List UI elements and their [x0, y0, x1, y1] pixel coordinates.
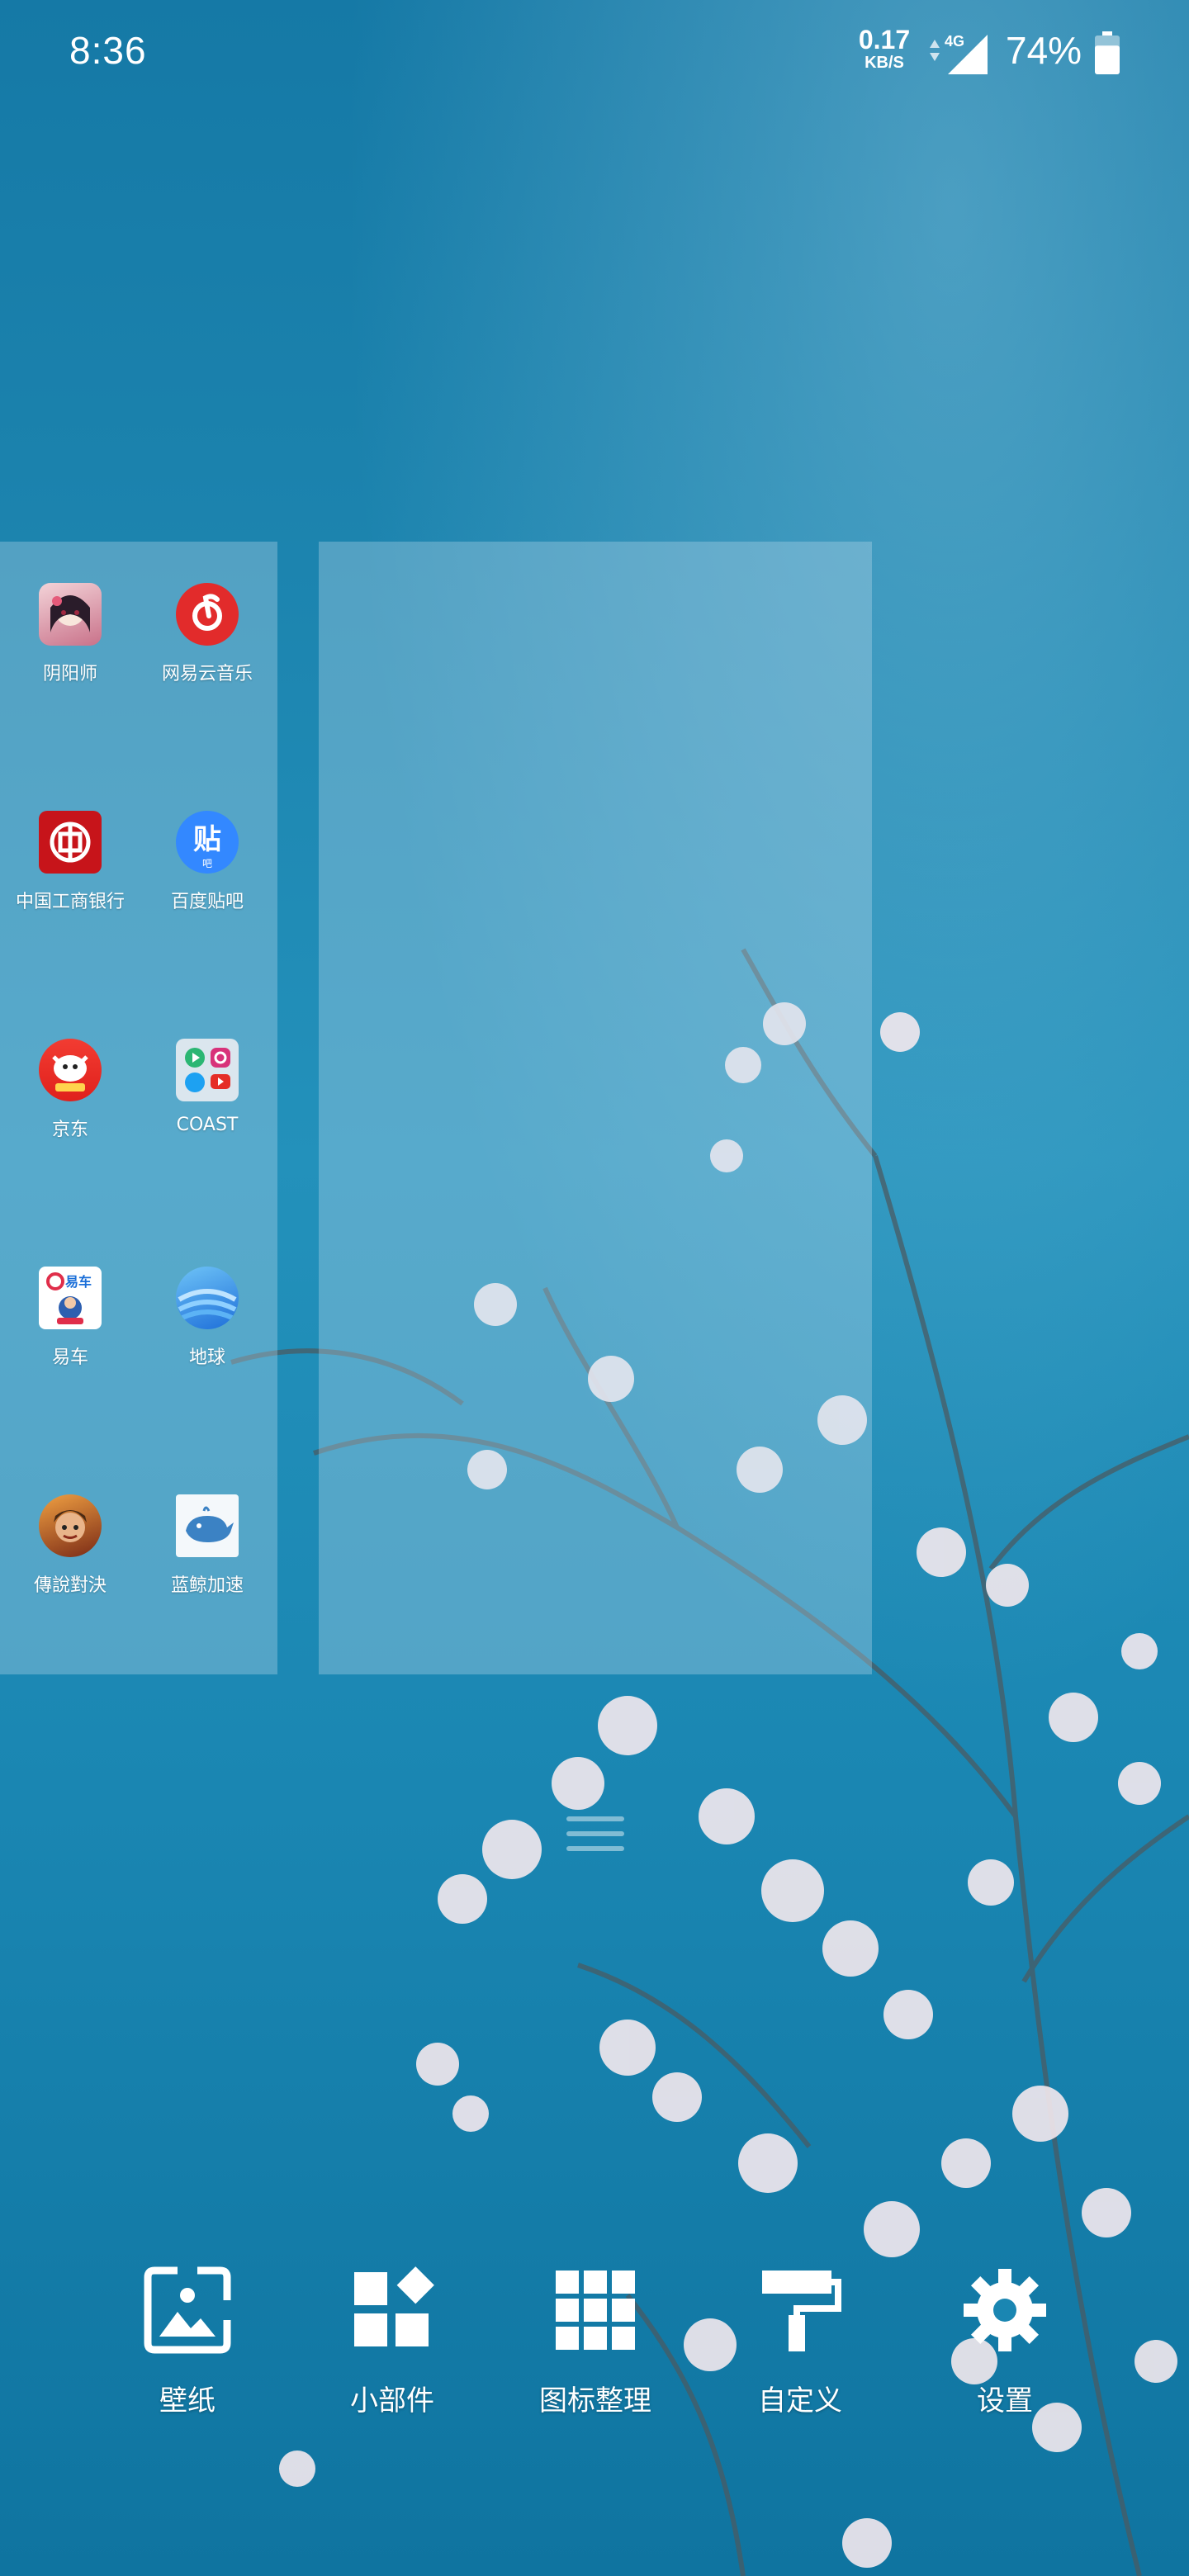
clock: 8:36 — [69, 29, 147, 72]
gear-icon — [964, 2269, 1046, 2351]
menu-label: 壁纸 — [159, 2384, 216, 2417]
home-page-thumbnail-2[interactable] — [319, 542, 872, 1674]
arena-of-valor-icon — [39, 1494, 102, 1557]
app-baidu-tieba[interactable]: 贴吧 百度贴吧 — [137, 811, 277, 913]
app-label: 地球 — [188, 1347, 225, 1368]
app-netease-music[interactable]: 网易云音乐 — [137, 583, 277, 685]
signal-icon: 4G — [930, 33, 988, 74]
baidu-tieba-icon: 贴吧 — [176, 811, 239, 874]
app-yiche[interactable]: 易车 易车 — [0, 1267, 140, 1369]
drag-handle-icon[interactable] — [566, 1813, 624, 1854]
app-coast[interactable]: COAST — [137, 1039, 277, 1135]
onmyoji-icon — [39, 583, 102, 646]
app-jd[interactable]: 京东 — [0, 1039, 140, 1141]
svg-text:吧: 吧 — [202, 858, 212, 869]
app-label: 百度贴吧 — [170, 892, 244, 912]
battery-percent: 74% — [1006, 29, 1082, 72]
app-arena-of-valor[interactable]: 傳說對決 — [0, 1494, 140, 1597]
app-label: 网易云音乐 — [161, 664, 253, 684]
icon-grid-icon — [556, 2271, 635, 2350]
earth-icon — [176, 1267, 239, 1329]
network-type-label: 4G — [945, 33, 964, 50]
network-speed-value: 0.17 — [858, 25, 911, 54]
network-speed: 0.17 KB/S — [855, 26, 913, 71]
menu-label: 设置 — [977, 2384, 1033, 2417]
coast-icon — [176, 1039, 239, 1101]
app-label: 易车 — [51, 1347, 88, 1368]
jd-icon — [39, 1039, 102, 1101]
app-label: COAST — [176, 1115, 239, 1135]
menu-wallpaper-button[interactable]: 壁纸 — [109, 2266, 266, 2418]
svg-text:贴: 贴 — [193, 823, 221, 856]
app-label: 傳說對決 — [33, 1575, 107, 1596]
menu-label: 小部件 — [350, 2384, 434, 2417]
network-speed-unit: KB/S — [865, 54, 904, 72]
icbc-icon — [39, 811, 102, 874]
menu-widgets-button[interactable]: 小部件 — [314, 2266, 471, 2418]
menu-settings-button[interactable]: 设置 — [926, 2266, 1083, 2418]
widgets-icon — [354, 2266, 434, 2346]
app-label: 中国工商银行 — [15, 892, 125, 912]
menu-label: 自定义 — [758, 2384, 842, 2417]
app-onmyoji[interactable]: 阴阳师 — [0, 583, 140, 685]
app-label: 蓝鲸加速 — [170, 1575, 244, 1596]
bluewhale-vpn-icon — [176, 1494, 239, 1557]
wallpaper-icon — [144, 2266, 231, 2354]
app-label: 京东 — [51, 1120, 88, 1140]
app-earth[interactable]: 地球 — [137, 1267, 277, 1369]
yiche-icon: 易车 — [39, 1267, 102, 1329]
app-bluewhale-vpn[interactable]: 蓝鲸加速 — [137, 1494, 277, 1597]
svg-text:易车: 易车 — [65, 1274, 92, 1290]
menu-customize-button[interactable]: 自定义 — [722, 2266, 879, 2418]
battery-icon — [1095, 31, 1120, 74]
status-bar: 8:36 0.17 KB/S 4G 74% — [0, 0, 1189, 107]
menu-icon-organize-button[interactable]: 图标整理 — [517, 2266, 674, 2418]
app-label: 阴阳师 — [42, 664, 97, 684]
netease-music-icon — [176, 583, 239, 646]
menu-label: 图标整理 — [539, 2384, 651, 2417]
paint-roller-icon — [762, 2271, 841, 2351]
app-icbc[interactable]: 中国工商银行 — [0, 811, 140, 913]
